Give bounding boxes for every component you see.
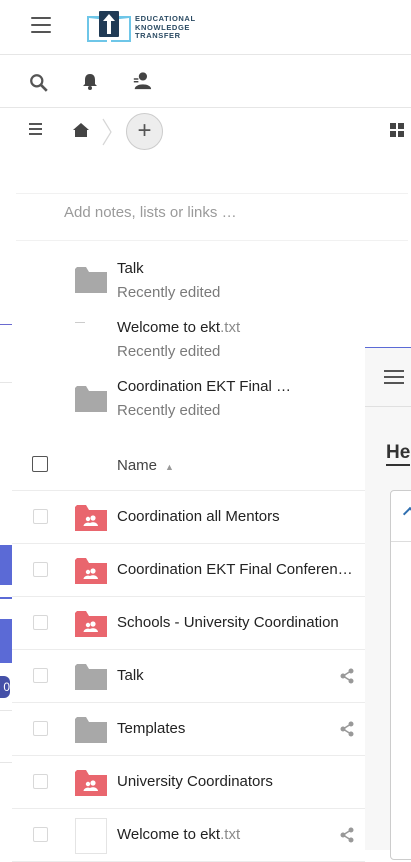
table-row[interactable]: Welcome to ekt.txt: [12, 809, 365, 862]
background-app-panel: He: [365, 347, 411, 860]
grid-view-icon[interactable]: [390, 123, 406, 137]
file-name[interactable]: Coordination all Mentors: [117, 508, 280, 525]
bg-heading: He: [386, 442, 411, 466]
file-name[interactable]: University Coordinators: [117, 773, 273, 790]
text-file-icon: [75, 818, 107, 854]
recent-item-subtitle: Recently edited: [117, 402, 221, 419]
breadcrumb: [0, 108, 411, 156]
sidebar-toggle-icon[interactable]: [29, 123, 42, 135]
share-icon[interactable]: [339, 827, 355, 843]
share-icon[interactable]: [339, 721, 355, 737]
table-row[interactable]: Coordination EKT Final Conferen…: [12, 544, 365, 597]
header-actions: [0, 56, 411, 108]
recent-item-title[interactable]: Talk: [117, 260, 144, 277]
file-name[interactable]: Talk: [117, 667, 144, 684]
table-row[interactable]: Coordination all Mentors: [12, 491, 365, 544]
row-checkbox[interactable]: [33, 721, 48, 736]
table-row[interactable]: Templates: [12, 703, 365, 756]
name-column-header[interactable]: Name ▲: [117, 457, 174, 474]
contacts-icon[interactable]: [132, 71, 152, 91]
recent-item-subtitle: Recently edited: [117, 284, 221, 301]
files-table-header: Name ▲: [12, 438, 365, 491]
bg-accent-block: [0, 545, 12, 585]
menu-icon[interactable]: [31, 17, 51, 33]
bg-divider: [0, 762, 12, 763]
group-folder-icon: [75, 770, 107, 796]
logo-line-3: TRANSFER: [135, 31, 181, 40]
notes-placeholder[interactable]: Add notes, lists or links …: [64, 204, 237, 221]
recent-item-title[interactable]: Welcome to ekt.txt: [117, 319, 240, 336]
recent-item-title[interactable]: Coordination EKT Final …: [117, 378, 291, 395]
home-icon[interactable]: [72, 122, 90, 138]
sort-ascending-icon: ▲: [165, 462, 174, 472]
file-name[interactable]: Schools - University Coordination: [117, 614, 339, 631]
app-header: EDUCATIONAL KNOWLEDGE TRANSFER: [0, 0, 411, 55]
group-folder-icon: [75, 505, 107, 531]
file-name[interactable]: Coordination EKT Final Conferen…: [117, 561, 353, 578]
row-checkbox[interactable]: [33, 668, 48, 683]
group-folder-icon: [75, 558, 107, 584]
bg-divider: [0, 710, 12, 711]
bg-count-badge: 0: [0, 676, 10, 698]
row-checkbox[interactable]: [33, 562, 48, 577]
file-name[interactable]: Welcome to ekt.txt: [117, 826, 240, 843]
search-icon[interactable]: [29, 73, 49, 93]
new-button[interactable]: +: [126, 113, 163, 150]
table-row[interactable]: Schools - University Coordination: [12, 597, 365, 650]
file-extension: .txt: [220, 826, 241, 843]
bg-accent-line: [0, 597, 12, 599]
folder-icon: [75, 717, 107, 743]
table-row[interactable]: University Coordinators: [12, 756, 365, 809]
rich-workspace[interactable]: Add notes, lists or links …: [16, 193, 408, 241]
select-all-checkbox[interactable]: [32, 456, 48, 472]
bg-menu-icon: [384, 370, 404, 384]
file-extension: .txt: [220, 319, 241, 336]
folder-icon: [75, 664, 107, 690]
row-checkbox[interactable]: [33, 774, 48, 789]
row-checkbox[interactable]: [33, 509, 48, 524]
row-checkbox[interactable]: [33, 615, 48, 630]
folder-icon: [75, 267, 107, 293]
breadcrumb-separator-icon: [102, 118, 112, 146]
notifications-bell-icon[interactable]: [80, 72, 100, 92]
recent-item-subtitle: Recently edited: [117, 343, 221, 360]
group-folder-icon: [75, 611, 107, 637]
bg-card: [390, 490, 411, 860]
table-row[interactable]: Talk: [12, 650, 365, 703]
bg-divider: [0, 382, 12, 383]
bg-accent-block: [0, 619, 12, 663]
share-icon[interactable]: [339, 668, 355, 684]
bg-divider: [0, 324, 12, 325]
row-checkbox[interactable]: [33, 827, 48, 842]
text-file-icon: [75, 322, 85, 323]
ekt-logo[interactable]: EDUCATIONAL KNOWLEDGE TRANSFER: [85, 8, 205, 46]
folder-icon: [75, 386, 107, 412]
file-name[interactable]: Templates: [117, 720, 185, 737]
